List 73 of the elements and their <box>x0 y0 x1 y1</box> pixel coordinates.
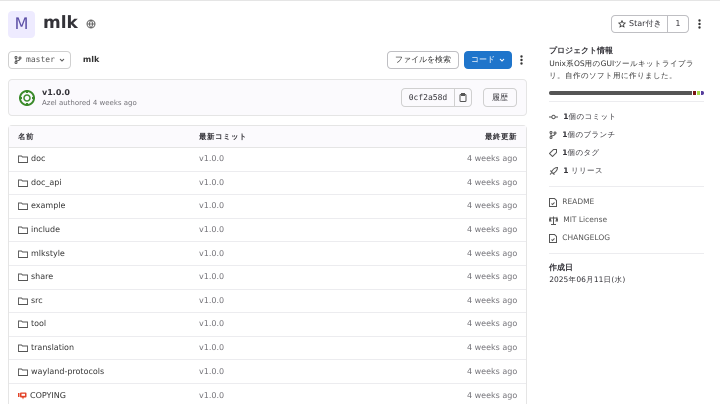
chevron-icon <box>499 58 506 62</box>
chevron-icon <box>58 58 65 62</box>
folder-link[interactable]: wayland-protocols <box>18 366 199 378</box>
folder-icon <box>18 320 28 328</box>
commit-link[interactable]: v1.0.0 <box>199 248 224 260</box>
folder-icon <box>18 226 28 234</box>
more-icon[interactable] <box>520 55 524 65</box>
updated-time: 4 weeks ago <box>466 200 518 212</box>
updated-time: 4 weeks ago <box>466 153 518 166</box>
project-title: mlk <box>43 12 78 36</box>
commit-icon <box>549 114 558 120</box>
breadcrumb-link[interactable]: mlk <box>82 54 100 66</box>
folder-link[interactable]: mlkstyle <box>18 248 199 260</box>
code-button[interactable]: コード <box>464 51 512 69</box>
updated-time: 4 weeks ago <box>466 294 518 307</box>
commit-link[interactable]: v1.0.0 <box>199 224 224 236</box>
folder-link[interactable]: include <box>18 224 199 236</box>
commit-link[interactable]: v1.0.0 <box>199 390 224 402</box>
globe-icon <box>86 19 96 29</box>
commit-link[interactable]: v1.0.0 <box>199 153 224 166</box>
star-count[interactable]: 1 <box>668 16 688 32</box>
updated-time: 4 weeks ago <box>466 390 518 402</box>
branch-icon <box>14 56 22 64</box>
commit-title[interactable]: v1.0.0 <box>42 87 137 98</box>
commit-link[interactable]: v1.0.0 <box>199 294 224 307</box>
updated-time: 4 weeks ago <box>466 176 518 189</box>
more-icon[interactable] <box>698 19 700 29</box>
branch-dropdown[interactable]: master <box>8 51 71 69</box>
document-icon <box>549 234 558 242</box>
folder-icon <box>18 273 28 282</box>
rocket-icon <box>549 167 558 175</box>
branch-icon <box>549 131 558 139</box>
star-button[interactable]: Star付き <box>612 16 668 32</box>
commit-link[interactable]: v1.0.0 <box>199 176 224 189</box>
folder-link[interactable]: tool <box>18 318 199 330</box>
document-icon <box>549 198 558 206</box>
scale-icon <box>549 216 558 224</box>
folder-icon <box>18 155 28 164</box>
commit-link[interactable]: v1.0.0 <box>199 342 224 354</box>
updated-time: 4 weeks ago <box>466 248 518 260</box>
folder-link[interactable]: translation <box>18 342 199 354</box>
folder-icon <box>18 202 28 210</box>
project-avatar: M <box>8 10 35 38</box>
tag-icon <box>549 149 558 157</box>
folder-icon <box>18 368 28 376</box>
file-link[interactable]: COPYING <box>18 390 199 402</box>
commit-link[interactable]: v1.0.0 <box>199 318 224 330</box>
folder-link[interactable]: doc_api <box>18 176 199 189</box>
folder-icon <box>18 344 28 352</box>
license-icon <box>18 392 27 400</box>
folder-link[interactable]: example <box>18 200 199 212</box>
clipboard-icon <box>459 93 468 102</box>
folder-icon <box>18 250 28 258</box>
folder-link[interactable]: share <box>18 271 199 284</box>
folder-link[interactable]: doc <box>18 153 199 166</box>
find-file-button[interactable]: ファイルを検索 <box>387 51 460 69</box>
created-heading: 作成日 <box>549 262 574 274</box>
commit-link[interactable]: v1.0.0 <box>199 200 224 212</box>
commit-avatar-icon <box>18 88 36 106</box>
star-icon <box>618 20 626 28</box>
folder-icon <box>18 178 28 187</box>
updated-time: 4 weeks ago <box>466 366 518 378</box>
updated-time: 4 weeks ago <box>466 271 518 284</box>
history-button[interactable]: 履歴 <box>483 88 518 107</box>
updated-time: 4 weeks ago <box>466 318 518 330</box>
updated-time: 4 weeks ago <box>466 224 518 236</box>
folder-link[interactable]: src <box>18 294 199 307</box>
commit-link[interactable]: v1.0.0 <box>199 366 224 378</box>
updated-time: 4 weeks ago <box>466 342 518 354</box>
sidebar-heading: プロジェクト情報 <box>549 45 614 57</box>
commit-link[interactable]: v1.0.0 <box>199 271 224 284</box>
commit-sha[interactable]: 0cf2a58d <box>402 89 454 106</box>
folder-icon <box>18 296 28 305</box>
